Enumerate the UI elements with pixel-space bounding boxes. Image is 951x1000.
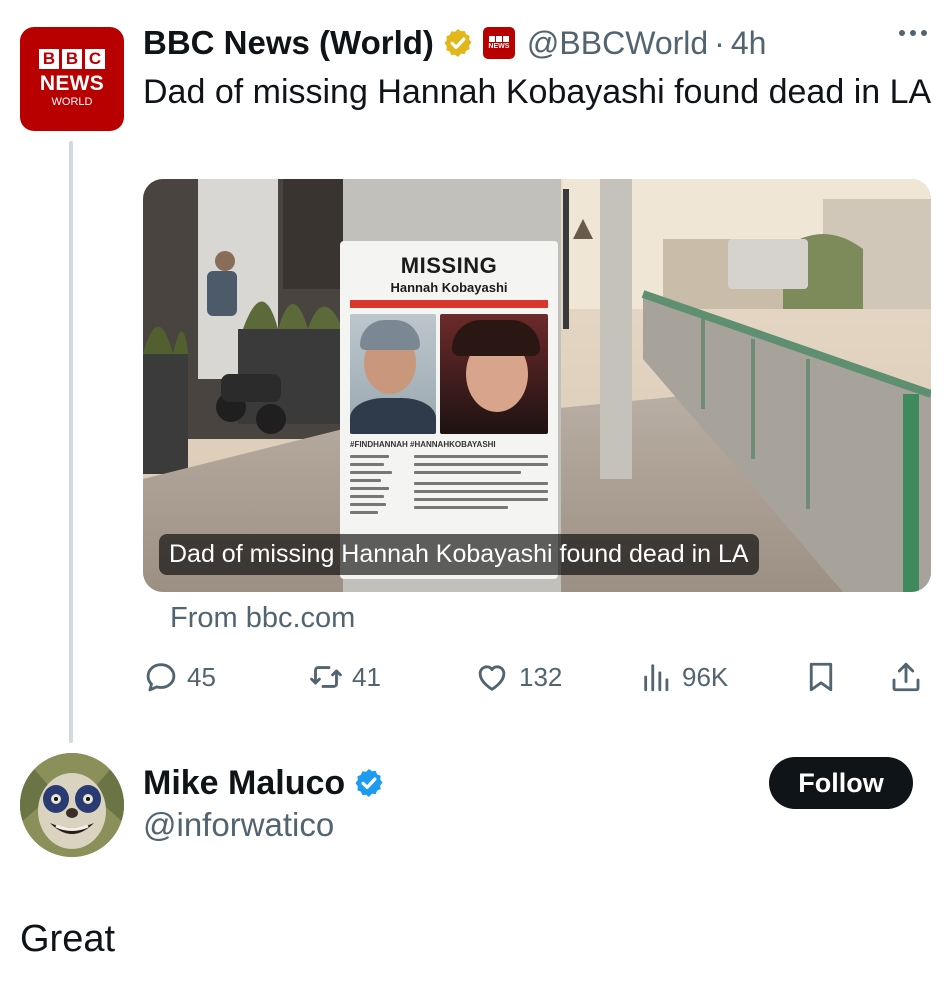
reply-button[interactable]: 45 <box>143 658 216 696</box>
bbc-avatar[interactable]: B B C NEWS WORLD <box>20 27 124 131</box>
poster-name: Hannah Kobayashi <box>390 280 508 295</box>
views-chart-icon <box>644 664 669 692</box>
repost-count: 41 <box>352 661 381 692</box>
link-card-image[interactable]: MISSING Hannah Kobayashi #FINDHANNAH #HA… <box>143 179 931 592</box>
bookmark-icon <box>809 662 833 692</box>
bbc-logo-letter: B <box>62 49 82 69</box>
separator-dot: · <box>714 24 725 61</box>
bbc-affiliate-icon[interactable]: NEWS <box>482 27 515 59</box>
poster-photo <box>350 314 437 434</box>
repost-button[interactable]: 41 <box>308 658 381 696</box>
repost-icon <box>310 666 342 688</box>
reply-icon <box>146 663 176 692</box>
poster-body-text <box>350 455 548 519</box>
blue-verified-icon <box>355 769 383 797</box>
reply-count: 45 <box>187 661 216 692</box>
bbc-logo-blocks: B B C <box>39 49 105 69</box>
like-count: 132 <box>519 661 563 692</box>
heart-icon <box>478 665 506 691</box>
poster-hashtags: #FINDHANNAH #HANNAHKOBAYASHI <box>350 440 496 449</box>
tweet-timestamp[interactable]: 4h <box>731 25 767 62</box>
bbc-logo-news: NEWS <box>39 72 105 95</box>
share-button[interactable] <box>888 658 924 696</box>
gold-verified-icon <box>444 29 472 57</box>
bbc-logo-letter: C <box>85 49 105 69</box>
reply-author-name[interactable]: Mike Maluco <box>143 764 345 803</box>
tweet-text: Dad of missing Hannah Kobayashi found de… <box>143 73 932 111</box>
reply-text: Great <box>20 918 116 960</box>
thread-line <box>69 141 73 743</box>
view-count: 96K <box>682 661 729 692</box>
missing-poster: MISSING Hannah Kobayashi #FINDHANNAH #HA… <box>340 241 558 579</box>
tweet-author-name[interactable]: BBC News (World) <box>143 24 434 62</box>
follow-button[interactable]: Follow <box>769 757 913 809</box>
more-options-icon[interactable] <box>899 30 927 36</box>
views-button[interactable]: 96K <box>640 658 728 696</box>
reply-author-handle[interactable]: @inforwatico <box>143 806 334 844</box>
link-source[interactable]: From bbc.com <box>170 602 355 635</box>
share-icon <box>892 662 920 692</box>
like-button[interactable]: 132 <box>473 658 562 696</box>
bbc-logo-world: WORLD <box>51 96 93 108</box>
clown-face-avatar-image <box>20 753 124 857</box>
bbc-logo-letter: B <box>39 49 59 69</box>
poster-red-strip <box>350 300 548 308</box>
reply-avatar[interactable] <box>20 753 124 857</box>
media-caption: Dad of missing Hannah Kobayashi found de… <box>159 534 759 575</box>
tweet-author-handle[interactable]: @BBCWorld <box>527 25 708 62</box>
poster-title: MISSING <box>400 253 498 278</box>
tweet-header: BBC News (World) NEWS @BBCWorld · 4h <box>143 22 766 64</box>
bookmark-button[interactable] <box>803 658 839 696</box>
poster-photo <box>440 314 548 434</box>
reply-header: Mike Maluco <box>143 762 385 804</box>
poster-photos <box>350 314 548 434</box>
